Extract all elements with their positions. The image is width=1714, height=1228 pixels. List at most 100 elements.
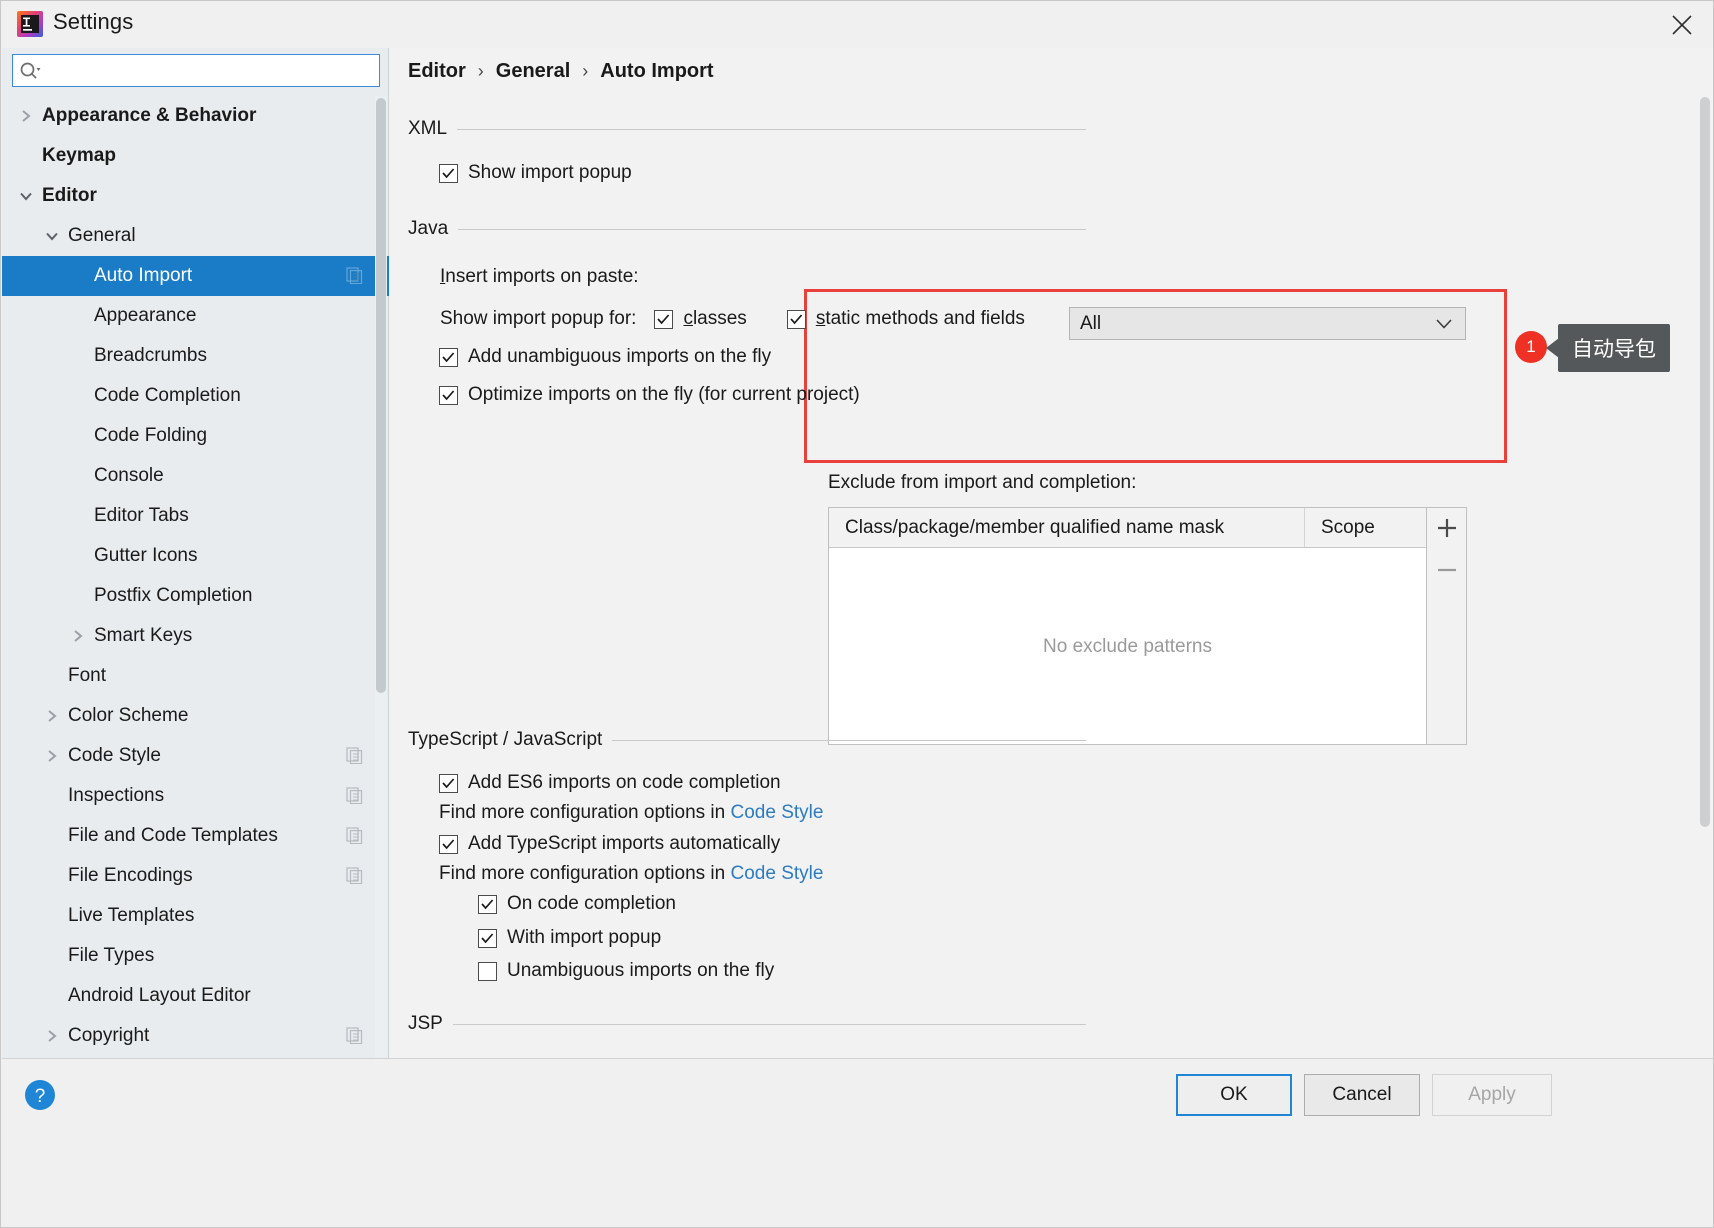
sidebar-item-editor-tabs[interactable]: Editor Tabs (2, 496, 389, 536)
sidebar-item-file-and-code-templates[interactable]: File and Code Templates (2, 816, 389, 856)
checkbox-row-add-unambiguous[interactable]: Add unambiguous imports on the fly (439, 346, 771, 368)
sidebar-item-label: Code Completion (94, 385, 241, 406)
checkbox-row-optimize-imports[interactable]: Optimize imports on the fly (for current… (439, 384, 860, 406)
apply-button: Apply (1432, 1074, 1552, 1116)
checkbox-classes[interactable] (654, 309, 674, 329)
sidebar-item-general[interactable]: General (2, 216, 389, 256)
copy-settings-icon[interactable] (346, 267, 363, 285)
sidebar-item-keymap[interactable]: Keymap (2, 136, 389, 176)
column-header-scope[interactable]: Scope (1305, 508, 1426, 547)
checkbox-unambiguous-imports-on-the-fly[interactable] (478, 961, 497, 981)
chevron-right-icon[interactable] (68, 626, 88, 646)
breadcrumb-item-1[interactable]: General (496, 60, 570, 83)
sidebar-item-live-templates[interactable]: Live Templates (2, 896, 389, 936)
checkbox-optimize-imports[interactable] (439, 385, 458, 405)
breadcrumb-separator-0: › (477, 61, 484, 81)
exclude-table[interactable]: Class/package/member qualified name mask… (828, 507, 1427, 745)
copy-settings-icon[interactable] (346, 747, 363, 765)
sidebar-item-code-folding[interactable]: Code Folding (2, 416, 389, 456)
settings-content: Editor › General › Auto Import XML Show … (390, 48, 1713, 1058)
sidebar-item-code-style[interactable]: Code Style (2, 736, 389, 776)
checkbox-add-unambiguous-imports[interactable] (439, 347, 458, 367)
cancel-button[interactable]: Cancel (1304, 1074, 1420, 1116)
sidebar-scrollbar-thumb[interactable] (376, 98, 386, 693)
sidebar-item-appearance-behavior[interactable]: Appearance & Behavior (2, 96, 389, 136)
section-title-typescript: TypeScript / JavaScript (408, 729, 603, 750)
chevron-down-icon[interactable] (16, 186, 36, 206)
chevron-right-icon[interactable] (42, 706, 62, 726)
sidebar-item-console[interactable]: Console (2, 456, 389, 496)
checkbox-xml-show-import-popup[interactable] (439, 163, 458, 183)
sidebar-item-copyright[interactable]: Copyright (2, 1016, 389, 1056)
sidebar-item-label: Editor (42, 185, 97, 206)
copy-settings-icon[interactable] (346, 1027, 363, 1045)
checkbox-row-with-import-popup[interactable]: With import popup (478, 927, 661, 949)
checkbox-on-code-completion[interactable] (478, 894, 497, 914)
sidebar-item-breadcrumbs[interactable]: Breadcrumbs (2, 336, 389, 376)
copy-settings-icon[interactable] (346, 827, 363, 845)
annotation-badge-1: 1 (1515, 331, 1547, 363)
sidebar-item-label: File Types (68, 945, 155, 966)
chevron-right-icon[interactable] (42, 1026, 62, 1046)
breadcrumb-item-2[interactable]: Auto Import (600, 60, 713, 83)
label-with-import-popup: With import popup (507, 927, 662, 948)
chevron-down-icon (1435, 317, 1453, 335)
sidebar-item-auto-import[interactable]: Auto Import (2, 256, 389, 296)
column-header-name-mask[interactable]: Class/package/member qualified name mask (829, 508, 1305, 547)
sidebar-item-label: Console (94, 465, 164, 486)
chevron-right-icon[interactable] (16, 106, 36, 126)
plus-icon[interactable] (1433, 514, 1461, 542)
sidebar-item-color-scheme[interactable]: Color Scheme (2, 696, 389, 736)
chevron-right-icon[interactable] (42, 746, 62, 766)
sidebar-item-inspections[interactable]: Inspections (2, 776, 389, 816)
checkbox-row-unambiguous-on-fly[interactable]: Unambiguous imports on the fly (478, 960, 774, 982)
checkbox-static-methods[interactable] (786, 309, 806, 329)
exclude-table-body[interactable]: No exclude patterns (829, 548, 1426, 743)
sidebar-item-label: Keymap (42, 145, 116, 166)
dialog-footer: ? OK Cancel Apply (2, 1058, 1713, 1227)
checkbox-add-typescript-imports[interactable] (439, 834, 458, 854)
link-code-style-1[interactable]: Code Style (731, 802, 824, 823)
sidebar-item-gutter-icons[interactable]: Gutter Icons (2, 536, 389, 576)
sidebar-item-label: Copyright (68, 1025, 150, 1046)
hint-code-style-2: Find more configuration options in Code … (439, 863, 823, 885)
breadcrumb-item-0[interactable]: Editor (408, 60, 466, 83)
section-rule-typescript (612, 739, 1086, 741)
exclude-table-toolbar (1427, 507, 1467, 745)
checkbox-row-add-es6[interactable]: Add ES6 imports on code completion (439, 772, 781, 794)
label-insert-imports-on-paste: Insert imports on paste: (440, 266, 639, 288)
sidebar-item-postfix-completion[interactable]: Postfix Completion (2, 576, 389, 616)
hint-code-style-1-prefix: Find more configuration options in (439, 802, 731, 823)
copy-settings-icon[interactable] (346, 867, 363, 885)
checkbox-row-xml-show-import-popup[interactable]: Show import popup (439, 162, 632, 184)
sidebar-item-android-layout-editor[interactable]: Android Layout Editor (2, 976, 389, 1016)
checkbox-with-import-popup[interactable] (478, 928, 497, 948)
search-input[interactable] (47, 57, 367, 84)
sidebar-item-font[interactable]: Font (2, 656, 389, 696)
ok-button[interactable]: OK (1176, 1074, 1292, 1116)
insert-imports-dropdown[interactable]: All (1069, 307, 1466, 340)
close-icon[interactable] (1659, 5, 1705, 45)
sidebar-item-editor[interactable]: Editor (2, 176, 389, 216)
checkbox-add-es6-imports[interactable] (439, 773, 458, 793)
sidebar-item-label: Smart Keys (94, 625, 193, 646)
chevron-down-icon[interactable] (42, 226, 62, 246)
hint-code-style-1: Find more configuration options in Code … (439, 802, 823, 824)
help-icon[interactable]: ? (24, 1079, 56, 1111)
svg-text:?: ? (35, 1086, 46, 1107)
sidebar-item-appearance[interactable]: Appearance (2, 296, 389, 336)
checkbox-row-add-typescript[interactable]: Add TypeScript imports automatically (439, 833, 780, 855)
row-show-import-popup-for: Show import popup for: classes static me… (440, 308, 1025, 330)
sidebar-item-code-completion[interactable]: Code Completion (2, 376, 389, 416)
minus-icon[interactable] (1433, 556, 1461, 584)
settings-tree[interactable]: Appearance & Behavior Keymap Editor General… (2, 96, 389, 1058)
content-scrollbar-thumb[interactable] (1700, 97, 1710, 827)
sidebar-item-file-types[interactable]: File Types (2, 936, 389, 976)
breadcrumb-separator-1: › (582, 61, 589, 81)
sidebar-item-smart-keys[interactable]: Smart Keys (2, 616, 389, 656)
sidebar-item-file-encodings[interactable]: File Encodings (2, 856, 389, 896)
search-box[interactable] (12, 54, 380, 87)
link-code-style-2[interactable]: Code Style (731, 863, 824, 884)
checkbox-row-on-code-completion[interactable]: On code completion (478, 893, 676, 915)
copy-settings-icon[interactable] (346, 787, 363, 805)
